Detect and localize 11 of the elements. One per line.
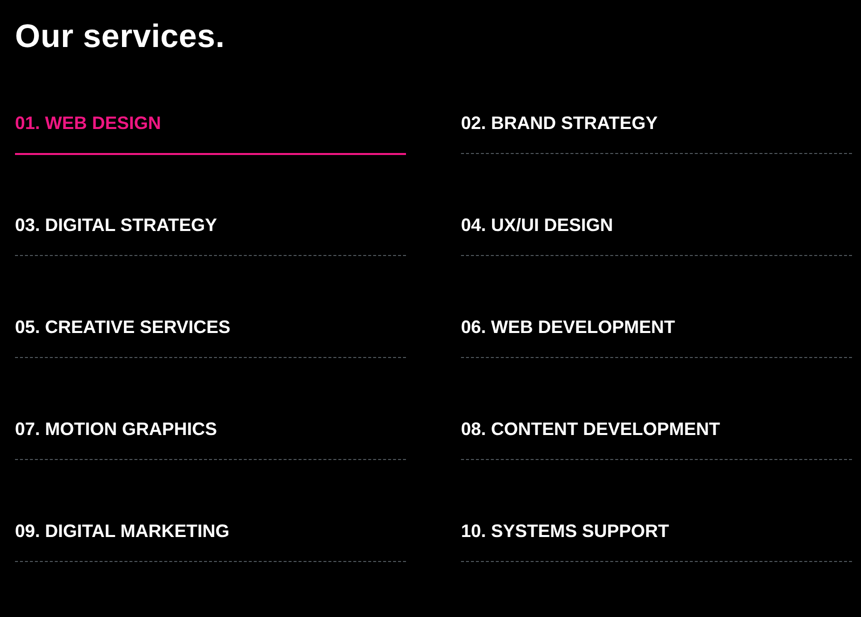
service-tab[interactable]: 03. DIGITAL STRATEGY [15,213,406,256]
service-tab[interactable]: 09. DIGITAL MARKETING [15,519,406,562]
service-tab[interactable]: 02. BRAND STRATEGY [461,111,852,154]
service-tab[interactable]: 08. CONTENT DEVELOPMENT [461,417,852,460]
service-tab[interactable]: 04. UX/UI DESIGN [461,213,852,256]
service-tab[interactable]: 05. CREATIVE SERVICES [15,315,406,358]
service-tab[interactable]: 10. SYSTEMS SUPPORT [461,519,852,562]
service-tab[interactable]: 07. MOTION GRAPHICS [15,417,406,460]
section-title: Our services. [15,17,226,56]
service-tab[interactable]: 06. WEB DEVELOPMENT [461,315,852,358]
service-tab[interactable]: 01. WEB DESIGN [15,111,406,155]
